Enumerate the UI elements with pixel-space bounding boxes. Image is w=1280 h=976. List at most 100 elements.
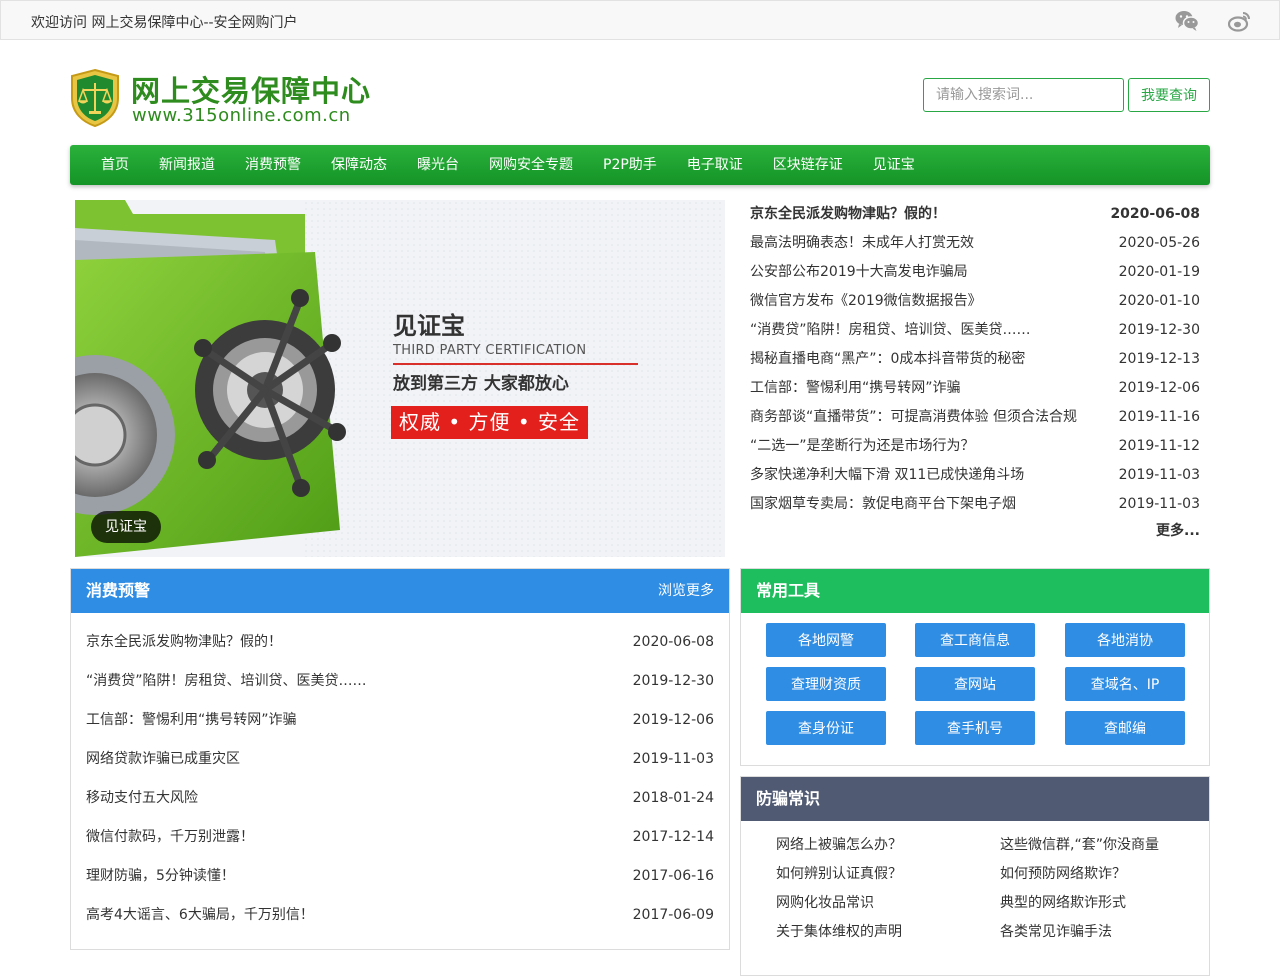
weibo-icon[interactable]	[1227, 10, 1252, 32]
banner-badge: 权威 • 方便 • 安全	[391, 406, 588, 439]
tool-button-domain-ip[interactable]: 查域名、IP	[1065, 667, 1185, 701]
site-logo[interactable]: 网上交易保障中心 www.315online.com.cn	[69, 68, 372, 128]
list-item[interactable]: 理财防骗，5分钟读懂！ 2017-06-16	[86, 857, 714, 896]
news-title[interactable]: “消费贷”陷阱！房租贷、培训贷、医美贷……	[750, 316, 1031, 345]
panel-title: 常用工具	[756, 581, 821, 600]
alert-title[interactable]: “消费贷”陷阱！房租贷、培训贷、医美贷……	[86, 662, 367, 701]
list-item[interactable]: 公安部公布2019十大高发电诈骗局 2020-01-19	[750, 258, 1200, 287]
alert-title[interactable]: 微信付款码，千万别泄露！	[86, 818, 254, 857]
list-item[interactable]: 揭秘直播电商“黑产”：0成本抖音带货的秘密 2019-12-13	[750, 345, 1200, 374]
nav-item-jianzhengbao[interactable]: 见证宝	[858, 145, 930, 185]
alert-title[interactable]: 高考4大谣言、6大骗局，千万别信！	[86, 896, 314, 935]
nav-item-exposure[interactable]: 曝光台	[402, 145, 474, 185]
news-title[interactable]: 最高法明确表态！未成年人打赏无效	[750, 229, 974, 258]
search-input[interactable]	[923, 78, 1124, 112]
list-item[interactable]: 国家烟草专卖局：敦促电商平台下架电子烟 2019-11-03	[750, 490, 1200, 519]
list-item[interactable]: 京东全民派发购物津贴？假的！ 2020-06-08	[86, 623, 714, 662]
list-item[interactable]: “消费贷”陷阱！房租贷、培训贷、医美贷…… 2019-12-30	[86, 662, 714, 701]
alert-date: 2019-12-06	[632, 712, 714, 728]
list-item[interactable]: “二选一”是垄断行为还是市场行为？ 2019-11-12	[750, 432, 1200, 461]
panel-header: 常用工具	[741, 569, 1209, 613]
tools-grid: 各地网警 查工商信息 各地消协 查理财资质 查网站 查域名、IP 查身份证 查手…	[741, 613, 1209, 763]
tool-button-phone[interactable]: 查手机号	[915, 711, 1035, 745]
search-button[interactable]: 我要查询	[1128, 78, 1210, 112]
news-more-link[interactable]: 更多...	[1156, 520, 1200, 540]
tool-button-cyber-police[interactable]: 各地网警	[766, 623, 886, 657]
news-date: 2019-12-13	[1118, 351, 1200, 367]
banner-subtitle: THIRD PARTY CERTIFICATION	[393, 343, 587, 358]
nav-item-home[interactable]: 首页	[86, 145, 144, 185]
alert-title[interactable]: 京东全民派发购物津贴？假的！	[86, 623, 282, 662]
alert-date: 2019-11-03	[632, 751, 714, 767]
fraud-link[interactable]: 关于集体维权的声明	[776, 918, 902, 947]
tool-button-website[interactable]: 查网站	[915, 667, 1035, 701]
tool-button-consumer-assoc[interactable]: 各地消协	[1065, 623, 1185, 657]
wechat-icon[interactable]	[1175, 10, 1200, 32]
panel-header: 防骗常识	[741, 777, 1209, 821]
news-title[interactable]: 国家烟草专卖局：敦促电商平台下架电子烟	[750, 490, 1016, 519]
logo-name-en: www.315online.com.cn	[132, 105, 351, 126]
nav-item-p2p[interactable]: P2P助手	[588, 145, 672, 185]
news-date: 2019-11-12	[1118, 438, 1200, 454]
banner-divider	[393, 363, 638, 365]
list-item[interactable]: 网络贷款诈骗已成重灾区 2019-11-03	[86, 740, 714, 779]
tool-button-id-card[interactable]: 查身份证	[766, 711, 886, 745]
news-date: 2019-11-03	[1118, 467, 1200, 483]
news-title[interactable]: 京东全民派发购物津贴？假的！	[750, 200, 946, 229]
news-title[interactable]: 商务部谈“直播带货”：可提高消费体验 但须合法合规	[750, 403, 1077, 432]
list-item[interactable]: 京东全民派发购物津贴？假的！ 2020-06-08	[750, 200, 1200, 229]
news-date: 2019-11-03	[1118, 496, 1200, 512]
anti-fraud-panel: 防骗常识 网络上被骗怎么办？ 这些微信群,“套”你没商量 如何辨别认证真假？ 如…	[740, 776, 1210, 976]
alert-date: 2017-06-16	[632, 868, 714, 884]
list-item[interactable]: 工信部：警惕利用“携号转网”诈骗 2019-12-06	[750, 374, 1200, 403]
main-nav: 首页 新闻报道 消费预警 保障动态 曝光台 网购安全专题 P2P助手 电子取证 …	[70, 145, 1210, 185]
banner-carousel[interactable]: 见证宝 THIRD PARTY CERTIFICATION 放到第三方 大家都放…	[75, 200, 725, 557]
nav-item-blockchain[interactable]: 区块链存证	[758, 145, 858, 185]
banner-caption[interactable]: 见证宝	[91, 511, 161, 543]
nav-item-shopping-safety[interactable]: 网购安全专题	[474, 145, 588, 185]
list-item[interactable]: 最高法明确表态！未成年人打赏无效 2020-05-26	[750, 229, 1200, 258]
list-item[interactable]: 移动支付五大风险 2018-01-24	[86, 779, 714, 818]
alert-title[interactable]: 理财防骗，5分钟读懂！	[86, 857, 235, 896]
news-title[interactable]: 揭秘直播电商“黑产”：0成本抖音带货的秘密	[750, 345, 1025, 374]
nav-item-consumer-alerts[interactable]: 消费预警	[230, 145, 316, 185]
tool-button-postcode[interactable]: 查邮编	[1065, 711, 1185, 745]
list-item[interactable]: 微信付款码，千万别泄露！ 2017-12-14	[86, 818, 714, 857]
fraud-link[interactable]: 如何预防网络欺诈？	[1000, 860, 1126, 889]
alert-date: 2019-12-30	[632, 673, 714, 689]
alert-date: 2017-06-09	[632, 907, 714, 923]
news-date: 2020-05-26	[1118, 235, 1200, 251]
list-item[interactable]: 商务部谈“直播带货”：可提高消费体验 但须合法合规 2019-11-16	[750, 403, 1200, 432]
panel-title: 消费预警	[86, 581, 151, 600]
news-title[interactable]: 公安部公布2019十大高发电诈骗局	[750, 258, 968, 287]
browse-more-link[interactable]: 浏览更多	[658, 569, 714, 613]
alert-title[interactable]: 工信部：警惕利用“携号转网”诈骗	[86, 701, 297, 740]
tool-button-business-info[interactable]: 查工商信息	[915, 623, 1035, 657]
fraud-link[interactable]: 各类常见诈骗手法	[1000, 918, 1112, 947]
list-item[interactable]: 工信部：警惕利用“携号转网”诈骗 2019-12-06	[86, 701, 714, 740]
news-date: 2020-06-08	[1110, 206, 1200, 222]
list-item[interactable]: 微信官方发布《2019微信数据报告》 2020-01-10	[750, 287, 1200, 316]
news-title[interactable]: 多家快递净利大幅下滑 双11已成快递角斗场	[750, 461, 1024, 490]
tool-button-finance-qualification[interactable]: 查理财资质	[766, 667, 886, 701]
fraud-link[interactable]: 典型的网络欺诈形式	[1000, 889, 1126, 918]
nav-item-news[interactable]: 新闻报道	[144, 145, 230, 185]
news-title[interactable]: 微信官方发布《2019微信数据报告》	[750, 287, 982, 316]
alerts-list: 京东全民派发购物津贴？假的！ 2020-06-08 “消费贷”陷阱！房租贷、培训贷…	[71, 613, 729, 935]
nav-item-protection-updates[interactable]: 保障动态	[316, 145, 402, 185]
list-item[interactable]: 多家快递净利大幅下滑 双11已成快递角斗场 2019-11-03	[750, 461, 1200, 490]
logo-name-cn: 网上交易保障中心	[131, 74, 372, 108]
nav-item-e-evidence[interactable]: 电子取证	[672, 145, 758, 185]
alert-title[interactable]: 网络贷款诈骗已成重灾区	[86, 740, 240, 779]
news-title[interactable]: “二选一”是垄断行为还是市场行为？	[750, 432, 975, 461]
list-item[interactable]: “消费贷”陷阱！房租贷、培训贷、医美贷…… 2019-12-30	[750, 316, 1200, 345]
news-title[interactable]: 工信部：警惕利用“携号转网”诈骗	[750, 374, 961, 403]
fraud-link[interactable]: 如何辨别认证真假？	[776, 860, 902, 889]
fraud-link[interactable]: 这些微信群,“套”你没商量	[1000, 831, 1159, 860]
list-item[interactable]: 高考4大谣言、6大骗局，千万别信！ 2017-06-09	[86, 896, 714, 935]
fraud-link[interactable]: 网络上被骗怎么办？	[776, 831, 902, 860]
alert-title[interactable]: 移动支付五大风险	[86, 779, 198, 818]
fraud-link[interactable]: 网购化妆品常识	[776, 889, 874, 918]
shield-scale-icon	[71, 68, 119, 128]
banner-title: 见证宝	[393, 312, 465, 340]
